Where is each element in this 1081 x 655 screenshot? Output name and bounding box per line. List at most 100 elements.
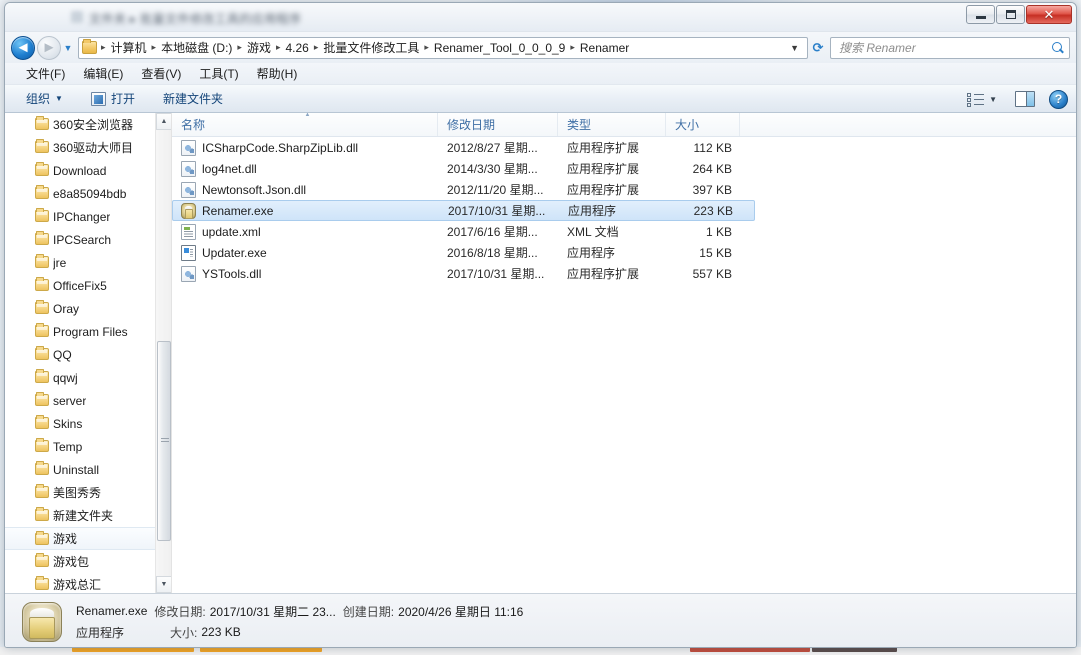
column-header-date[interactable]: 修改日期 <box>438 113 558 136</box>
sidebar-item[interactable]: qqwj <box>5 366 155 389</box>
maximize-icon <box>1005 10 1016 19</box>
sidebar-item[interactable]: QQ <box>5 343 155 366</box>
folder-icon <box>35 576 49 590</box>
sidebar-item[interactable]: IPCSearch <box>5 228 155 251</box>
sidebar-item-label: Temp <box>53 439 83 454</box>
column-header-type[interactable]: 类型 <box>558 113 666 136</box>
refresh-icon[interactable]: ⟳ <box>808 40 828 56</box>
table-row[interactable]: Updater.exe 2016/8/18 星期... 应用程序 15 KB <box>172 242 755 263</box>
sidebar-item[interactable]: OfficeFix5 <box>5 274 155 297</box>
menu-help[interactable]: 帮助(H) <box>248 63 307 84</box>
sidebar-item[interactable]: IPChanger <box>5 205 155 228</box>
folder-icon <box>35 116 49 130</box>
breadcrumb-item-renamer[interactable]: Renamer <box>577 39 632 57</box>
menu-file[interactable]: 文件(F) <box>17 63 74 84</box>
breadcrumb-separator: ▸ <box>424 42 429 52</box>
file-rows: ICSharpCode.SharpZipLib.dll 2012/8/27 星期.… <box>172 137 1076 593</box>
folder-icon <box>35 139 49 153</box>
cell-date: 2016/8/18 星期... <box>447 246 538 260</box>
content-area: 360安全浏览器 360驱动大师目 Download e8a85094bdb IPCha… <box>5 113 1076 593</box>
search-icon <box>1051 41 1065 55</box>
file-list-pane: 名称 修改日期 类型 大小 ICSharpCode.SharpZipLib.dl… <box>172 113 1076 593</box>
sidebar-item[interactable]: server <box>5 389 155 412</box>
sidebar-item[interactable]: e8a85094bdb <box>5 182 155 205</box>
menu-tools[interactable]: 工具(T) <box>190 63 247 84</box>
sidebar-item[interactable]: 360安全浏览器 <box>5 113 155 136</box>
renamer-file-icon <box>181 202 196 219</box>
table-row[interactable]: log4net.dll 2014/3/30 星期... 应用程序扩展 264 KB <box>172 158 755 179</box>
open-icon <box>90 91 106 106</box>
open-button[interactable]: 打开 <box>84 87 142 110</box>
back-button[interactable]: ◄ <box>11 35 35 60</box>
sidebar-item[interactable]: 360驱动大师目 <box>5 136 155 159</box>
sidebar-item[interactable]: 游戏 <box>5 527 155 550</box>
maximize-button[interactable] <box>996 5 1025 24</box>
sidebar-item-label: 美图秀秀 <box>53 486 102 500</box>
view-chevron-down-icon[interactable]: ▼ <box>989 95 997 104</box>
sidebar-item[interactable]: 美图秀秀 <box>5 481 155 504</box>
sidebar-item[interactable]: Uninstall <box>5 458 155 481</box>
folder-icon <box>35 185 49 199</box>
cell-date: 2012/8/27 星期... <box>447 141 538 155</box>
sidebar-item-label: Program Files <box>53 324 128 339</box>
breadcrumb[interactable]: ▸ 计算机 ▸ 本地磁盘 (D:) ▸ 游戏 ▸ 4.26 ▸ 批量文件修改工具… <box>78 36 808 59</box>
sidebar-item[interactable]: Download <box>5 159 155 182</box>
search-input[interactable] <box>839 40 1051 55</box>
details-modified-value: 2017/10/31 星期二 23... <box>209 604 336 619</box>
toolbar: 组织 ▼ 打开 新建文件夹 ▼ ? <box>5 85 1076 113</box>
navigation-scrollbar[interactable]: ▲ ▼ <box>155 113 171 593</box>
sidebar-item[interactable]: 游戏总汇 <box>5 573 155 593</box>
sidebar-item[interactable]: 新建文件夹 <box>5 504 155 527</box>
search-box[interactable] <box>830 36 1070 59</box>
organize-button[interactable]: 组织 ▼ <box>19 87 70 110</box>
forward-button[interactable]: ► <box>37 35 61 60</box>
column-header-name[interactable]: 名称 <box>172 113 438 136</box>
breadcrumb-item-426[interactable]: 4.26 <box>282 39 311 57</box>
sidebar-item[interactable]: Skins <box>5 412 155 435</box>
breadcrumb-separator: ▸ <box>275 42 281 52</box>
table-row[interactable]: update.xml 2017/6/16 星期... XML 文档 1 KB <box>172 221 755 242</box>
minimize-button[interactable] <box>966 5 995 24</box>
change-view-icon[interactable] <box>967 92 985 107</box>
column-header-size[interactable]: 大小 <box>666 113 740 136</box>
sidebar-item[interactable]: Program Files <box>5 320 155 343</box>
breadcrumb-dropdown-icon[interactable]: ▼ <box>786 43 805 53</box>
folder-icon <box>35 231 49 245</box>
folder-icon <box>35 507 49 521</box>
sidebar-item-label: 360安全浏览器 <box>53 118 134 132</box>
sidebar-item-label: Oray <box>53 301 80 316</box>
sidebar-item-label: Skins <box>53 416 83 431</box>
breadcrumb-item-renamer-tool[interactable]: Renamer_Tool_0_0_0_9 <box>431 39 568 57</box>
recent-pages-button[interactable]: ▼ <box>61 36 75 60</box>
breadcrumb-item-games[interactable]: 游戏 <box>244 38 274 58</box>
new-folder-label: 新建文件夹 <box>162 92 223 106</box>
breadcrumb-item-tool[interactable]: 批量文件修改工具 <box>320 38 422 58</box>
menu-view[interactable]: 查看(V) <box>132 63 190 84</box>
sidebar-item[interactable]: Temp <box>5 435 155 458</box>
help-icon[interactable]: ? <box>1049 89 1068 109</box>
menu-edit[interactable]: 编辑(E) <box>74 63 132 84</box>
cell-type: 应用程序扩展 <box>567 162 640 176</box>
file-name: Newtonsoft.Json.dll <box>202 182 307 197</box>
preview-pane-icon[interactable] <box>1015 91 1035 107</box>
scroll-down-icon[interactable]: ▼ <box>156 576 171 593</box>
close-button[interactable]: ✕ <box>1026 5 1072 24</box>
scroll-up-icon[interactable]: ▲ <box>156 113 171 130</box>
dll-file-icon <box>181 181 196 198</box>
menu-bar: 文件(F) 编辑(E) 查看(V) 工具(T) 帮助(H) <box>5 63 1076 85</box>
table-row[interactable]: Newtonsoft.Json.dll 2012/11/20 星期... 应用程序扩… <box>172 179 755 200</box>
sidebar-item[interactable]: Oray <box>5 297 155 320</box>
table-row[interactable]: ICSharpCode.SharpZipLib.dll 2012/8/27 星期.… <box>172 137 755 158</box>
sidebar-item[interactable]: jre <box>5 251 155 274</box>
new-folder-button[interactable]: 新建文件夹 <box>156 87 230 110</box>
breadcrumb-item-computer[interactable]: 计算机 <box>108 38 150 58</box>
folder-icon <box>35 553 49 567</box>
folder-icon <box>35 208 49 222</box>
table-row[interactable]: Renamer.exe 2017/10/31 星期... 应用程序 223 KB <box>172 200 755 221</box>
breadcrumb-item-drive[interactable]: 本地磁盘 (D:) <box>158 38 235 58</box>
sidebar-item-label: Uninstall <box>53 462 100 477</box>
table-row[interactable]: YSTools.dll 2017/10/31 星期... 应用程序扩展 557 KB <box>172 263 755 284</box>
sidebar-item[interactable]: 游戏包 <box>5 550 155 573</box>
details-created-label: 创建日期: <box>342 604 395 619</box>
scrollbar-thumb[interactable] <box>157 341 171 541</box>
